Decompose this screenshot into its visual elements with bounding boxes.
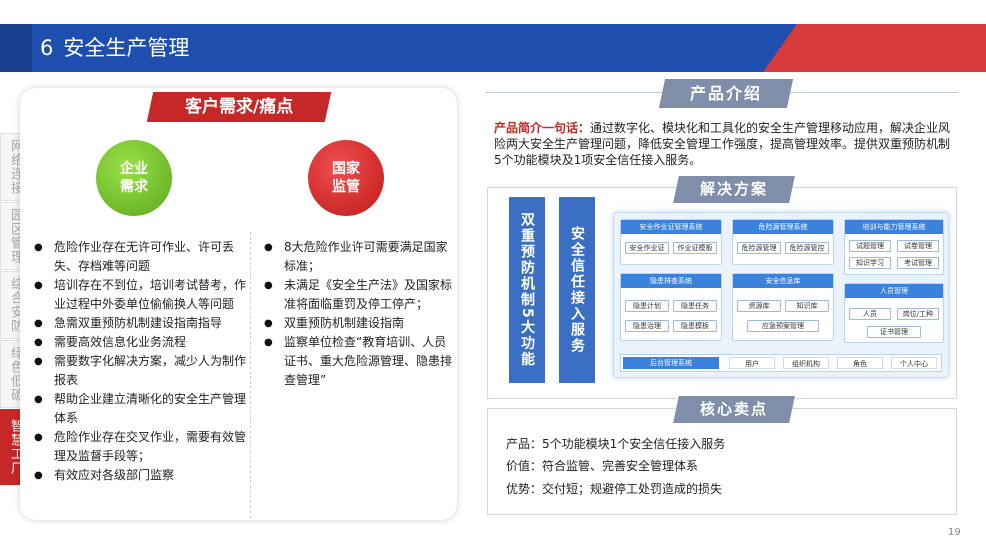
module-safety-info: 安全信息库 资源库 知识库 应急预案管理 <box>732 273 834 341</box>
list-item: 有效应对各级部门监察 <box>32 466 248 485</box>
module-chip: 作业证模板 <box>673 242 717 254</box>
module-title: 人员管理 <box>845 284 943 298</box>
product-intro-tag-label: 产品介绍 <box>689 84 762 103</box>
module-chip: 试题管理 <box>849 240 891 252</box>
module-title: 安全作业证管理系统 <box>621 220 721 234</box>
core-selling-tag-label: 核心卖点 <box>699 400 768 418</box>
module-personnel: 人员管理 人员 岗位/工种 证书管理 <box>844 283 944 343</box>
list-item: 需要高效信息化业务流程 <box>32 333 248 352</box>
module-chip: 隐患模板 <box>673 320 717 332</box>
module-chip: 危险源管控 <box>785 242 829 254</box>
enterprise-needs-label: 企业需求 <box>120 161 148 195</box>
core-line-advantage: 优势：交付短；规避停工处罚造成的损失 <box>506 482 723 496</box>
page-number: 19 <box>948 527 961 538</box>
list-item: 急需双重预防机制建设指南指导 <box>32 314 248 333</box>
module-title: 隐患排查系统 <box>621 274 721 288</box>
module-chip: 资源库 <box>737 300 781 312</box>
module-chip: 隐患任务 <box>673 300 717 312</box>
enterprise-needs-list: 危险作业存在无许可作业、许可丢失、存档难等问题 培训存在不到位，培训考试替考，作… <box>32 238 248 485</box>
core-selling-tag: 核心卖点 <box>673 396 795 423</box>
list-item: 培训存在不到位，培训考试替考，作业过程中外委单位偷偷换人等问题 <box>32 276 248 314</box>
module-hidden-danger: 隐患排查系统 隐患计划 隐患任务 隐患治理 隐患模板 <box>620 273 722 341</box>
list-item: 需要数字化解决方案，减少人为制作报表 <box>32 352 248 390</box>
list-item: 危险作业存在交叉作业，需要有效管理及监督手段等； <box>32 428 248 466</box>
core-line-product: 产品：5个功能模块1个安全信任接入服务 <box>506 437 726 451</box>
module-title: 安全信息库 <box>733 274 833 288</box>
module-chip: 试卷管理 <box>897 240 939 252</box>
needs-banner-label: 客户需求/痛点 <box>184 97 294 117</box>
module-work-permit: 安全作业证管理系统 安全作业证 作业证模板 <box>620 219 722 265</box>
dual-prevention-bar: 双重预防机制5大功能 <box>509 197 545 383</box>
core-line-value: 价值：符合监管、完善安全管理体系 <box>506 459 699 473</box>
list-item: 8大危险作业许可需要满足国家标准； <box>262 238 452 276</box>
product-divider-left <box>486 92 662 93</box>
module-chip: 考试管理 <box>897 257 939 269</box>
backend-title: 后台管理系统 <box>623 357 719 369</box>
state-regulation-list: 8大危险作业许可需要满足国家标准； 未满足《安全生产法》及国家标准将面临重罚及停… <box>262 238 452 390</box>
list-item: 双重预防机制建设指南 <box>262 314 452 333</box>
module-chip: 岗位/工种 <box>897 308 939 320</box>
module-chip: 应急预案管理 <box>747 320 819 332</box>
enterprise-needs-circle: 企业需求 <box>96 140 172 216</box>
solution-tag: 解决方案 <box>673 176 795 203</box>
module-chip: 知识库 <box>785 300 829 312</box>
module-title: 危险源管理系统 <box>733 220 833 234</box>
product-intro-tag: 产品介绍 <box>658 79 794 108</box>
state-regulation-circle: 国家监管 <box>308 140 384 216</box>
module-chip: 证书管理 <box>867 326 921 338</box>
module-chip: 隐患计划 <box>625 300 669 312</box>
system-architecture-diagram: 安全作业证管理系统 安全作业证 作业证模板 危险源管理系统 危险源管理 危险源管… <box>613 212 949 378</box>
backend-item: 个人中心 <box>891 357 937 369</box>
product-intro-text: 产品简介一句话：通过数字化、模块化和工具化的安全生产管理移动应用，解决企业风险两… <box>494 120 956 168</box>
list-item: 监察单位检查“教育培训、人员证书、重大危险源管理、隐患排查管理” <box>262 333 452 390</box>
section-title: 安全生产管理 <box>63 36 190 60</box>
module-chip: 知识学习 <box>849 257 891 269</box>
state-regulation-label: 国家监管 <box>332 161 360 195</box>
backend-item: 组织机构 <box>783 357 829 369</box>
backend-item: 角色 <box>837 357 883 369</box>
trust-access-bar: 安全信任接入服务 <box>559 197 595 383</box>
header-left-block <box>0 24 32 72</box>
product-divider-right <box>790 92 958 93</box>
backend-management-bar: 后台管理系统 用户 组织机构 角色 个人中心 <box>620 354 942 372</box>
header-accent-stripe <box>763 24 986 72</box>
module-chip: 隐患治理 <box>625 320 669 332</box>
solution-tag-label: 解决方案 <box>699 180 768 198</box>
module-training: 培训与能力管理系统 试题管理 试卷管理 知识学习 考试管理 <box>844 219 944 275</box>
backend-item: 用户 <box>729 357 775 369</box>
intro-lead: 产品简介一句话： <box>494 121 591 135</box>
section-number: 6 <box>40 36 54 60</box>
module-chip: 安全作业证 <box>625 242 669 254</box>
module-hazard-source: 危险源管理系统 危险源管理 危险源管控 <box>732 219 834 265</box>
module-chip: 危险源管理 <box>737 242 781 254</box>
module-chip: 人员 <box>849 308 891 320</box>
module-title: 培训与能力管理系统 <box>845 220 943 234</box>
list-item: 帮助企业建立清晰化的安全生产管理体系 <box>32 390 248 428</box>
slide-header: 6 安全生产管理 <box>0 24 986 72</box>
list-item: 危险作业存在无许可作业、许可丢失、存档难等问题 <box>32 238 248 276</box>
list-item: 未满足《安全生产法》及国家标准将面临重罚及停工停产； <box>262 276 452 314</box>
needs-banner: 客户需求/痛点 <box>146 92 332 122</box>
page-title: 6 安全生产管理 <box>40 34 189 62</box>
column-divider <box>250 232 251 518</box>
